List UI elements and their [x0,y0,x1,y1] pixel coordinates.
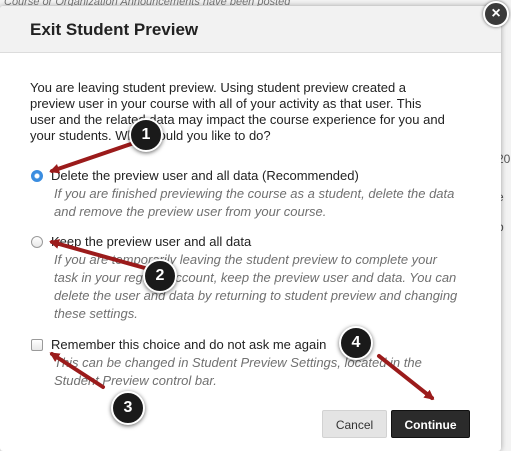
delete-data-radio[interactable] [31,169,43,182]
continue-button[interactable]: Continue [391,410,470,438]
delete-data-help: If you are finished previewing the cours… [54,186,455,219]
remember-choice-label: Remember this choice and do not ask me a… [51,337,327,352]
remember-choice-row[interactable]: Remember this choice and do not ask me a… [31,337,326,352]
keep-data-help: If you are temporarily leaving the stude… [54,252,458,321]
screen: Course or Organization Announcements hav… [0,0,511,451]
remember-choice-help: This can be changed in Student Preview S… [54,355,422,388]
keep-data-label: Keep the preview user and all data [51,234,252,249]
annotation-marker-1: 1 [129,118,163,152]
annotation-marker-3: 3 [111,391,145,425]
remember-choice-checkbox[interactable] [31,338,43,351]
dialog-title: Exit Student Preview [30,20,199,39]
close-icon[interactable]: × [483,1,509,27]
option-delete-row[interactable]: Delete the preview user and all data (Re… [31,168,359,183]
annotation-marker-4: 4 [339,326,373,360]
intro-text: You are leaving student preview. Using s… [30,80,445,143]
delete-data-label: Delete the preview user and all data (Re… [51,168,359,183]
annotation-marker-2: 2 [143,259,177,293]
option-keep-row[interactable]: Keep the preview user and all data [31,234,251,249]
keep-data-radio[interactable] [31,235,43,248]
cancel-button[interactable]: Cancel [322,410,387,438]
